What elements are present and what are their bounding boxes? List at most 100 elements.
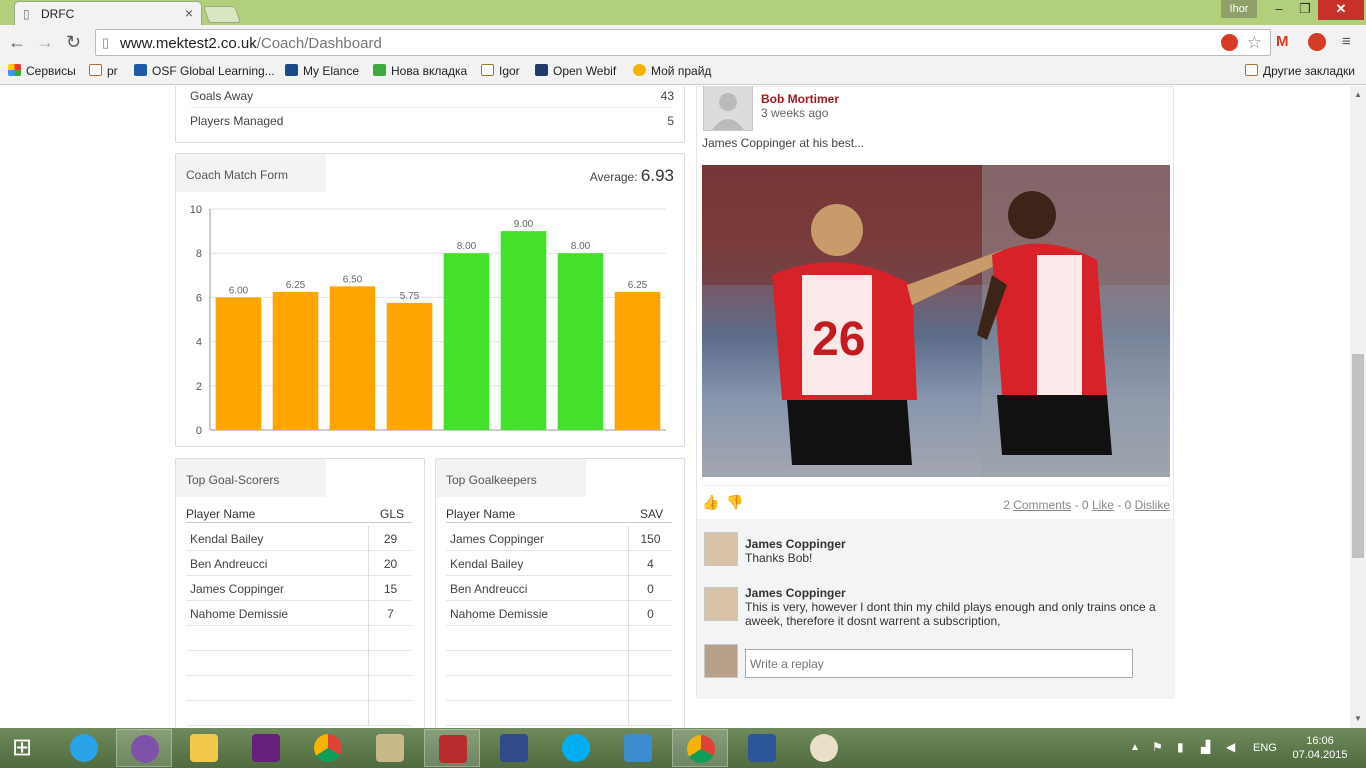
taskbar-books[interactable] xyxy=(424,729,480,767)
like-thumb-icon[interactable]: 👍 xyxy=(702,494,719,511)
post-text: James Coppinger at his best... xyxy=(702,136,865,150)
bookmark-igor[interactable]: Igor xyxy=(481,64,520,78)
taskbar-skype[interactable] xyxy=(548,729,604,767)
browser-tab[interactable]: ▯ DRFC × xyxy=(14,1,202,25)
player-value: 15 xyxy=(368,576,412,601)
table-row: James Coppinger 150 xyxy=(446,526,672,551)
address-bar[interactable]: ▯ www.mektest2.co.uk/Coach/Dashboard ☆ xyxy=(95,29,1271,56)
ie-icon xyxy=(70,734,98,762)
taskbar-jetbrains[interactable] xyxy=(610,729,666,767)
page-icon: ▯ xyxy=(23,7,30,21)
bookmark-osf[interactable]: OSF Global Learning... xyxy=(134,64,275,78)
bookmark-label: pr xyxy=(107,64,118,78)
stat-label: Goals Away xyxy=(190,89,254,103)
dislike-link[interactable]: Dislike xyxy=(1135,498,1170,512)
forward-icon[interactable]: → xyxy=(36,32,54,53)
taskbar-explorer[interactable] xyxy=(176,729,232,767)
taskbar-floppy[interactable] xyxy=(486,729,542,767)
taskbar-word[interactable] xyxy=(734,729,790,767)
column-header-value: SAV xyxy=(640,507,664,521)
post-actions: 👍 👎 2 Comments - 0 Like - 0 Dislike xyxy=(702,485,1170,512)
gmail-icon[interactable]: M xyxy=(1276,33,1289,50)
bookmark-apps[interactable]: Сервисы xyxy=(8,64,76,78)
chart-bar xyxy=(614,291,661,430)
clock[interactable]: 16:06 07.04.2015 xyxy=(1290,734,1350,762)
like-link[interactable]: Like xyxy=(1092,498,1114,512)
chart-bar xyxy=(500,231,547,430)
svg-text:26: 26 xyxy=(812,313,865,366)
bookmark-pr[interactable]: pr xyxy=(89,64,118,78)
reply-input[interactable] xyxy=(745,649,1133,678)
bookmark-webif[interactable]: Open Webif xyxy=(535,64,616,78)
chart-bar xyxy=(443,253,490,430)
volume-icon[interactable]: ◀ xyxy=(1226,740,1235,754)
stat-value: 43 xyxy=(660,89,674,103)
player-name: Nahome Demissie xyxy=(190,607,289,621)
floppy-icon xyxy=(500,734,528,762)
close-window-button[interactable]: ✕ xyxy=(1318,0,1364,20)
url-path: /Coach/Dashboard xyxy=(256,35,382,52)
empty-cell xyxy=(368,701,412,726)
close-tab-icon[interactable]: × xyxy=(185,5,193,21)
battery-icon[interactable]: ▮ xyxy=(1177,740,1184,754)
bookmark-star-icon[interactable]: ☆ xyxy=(1247,33,1262,53)
pride-icon xyxy=(633,64,646,76)
taskbar-ie[interactable] xyxy=(56,729,112,767)
taskbar-visual-studio[interactable] xyxy=(238,729,294,767)
back-icon[interactable]: ← xyxy=(8,32,26,53)
panel-title: Top Goalkeepers xyxy=(436,459,586,497)
feed-post: Bob Mortimer 3 weeks ago James Coppinger… xyxy=(696,86,1175,699)
scroll-down-icon[interactable]: ▼ xyxy=(1354,714,1362,723)
player-name: Ben Andreucci xyxy=(190,557,268,571)
bookmark-other[interactable]: Другие закладки xyxy=(1245,64,1355,78)
profile-button[interactable]: Ihor xyxy=(1221,0,1257,18)
taskbar-tools[interactable] xyxy=(362,729,418,767)
bookmark-pride[interactable]: Мой прайд xyxy=(633,64,711,78)
new-tab-button[interactable] xyxy=(202,6,242,23)
taskbar-paint[interactable] xyxy=(796,729,852,767)
match-form-chart: 0 2 4 6 8 10 6.00 6.25 6.50 5.75 8.00 9.00 8.00 6.25 xyxy=(190,204,666,437)
extension-icon[interactable] xyxy=(1221,34,1238,51)
minimize-button[interactable]: – xyxy=(1266,0,1292,20)
comments-link[interactable]: Comments xyxy=(1013,498,1071,512)
maximize-button[interactable]: ❐ xyxy=(1292,0,1318,20)
network-icon[interactable]: ▟ xyxy=(1201,740,1210,754)
flag-icon[interactable]: ⚑ xyxy=(1152,740,1163,754)
taskbar-viber[interactable] xyxy=(116,729,172,767)
stat-value: 5 xyxy=(667,114,674,128)
start-button[interactable]: ⊞ xyxy=(0,729,56,767)
reload-icon[interactable]: ↻ xyxy=(66,32,81,53)
webif-icon xyxy=(535,64,548,76)
empty-row xyxy=(446,651,672,676)
chrome-icon xyxy=(687,735,715,763)
empty-cell xyxy=(368,651,412,676)
comment-text: Thanks Bob! xyxy=(745,551,813,565)
taskbar-chrome-active[interactable] xyxy=(672,729,728,767)
menu-icon[interactable]: ≡ xyxy=(1342,33,1351,50)
language-indicator[interactable]: ENG xyxy=(1253,742,1277,754)
visual-studio-icon xyxy=(252,734,280,762)
dislike-thumb-icon[interactable]: 👎 xyxy=(726,494,743,511)
player-value: 0 xyxy=(628,576,672,601)
column-header-name: Player Name xyxy=(186,507,256,521)
y-tick-label: 4 xyxy=(196,337,202,349)
player-name: James Coppinger xyxy=(450,532,545,546)
coach-stats-panel: Goals Away 43 Players Managed 5 xyxy=(175,86,685,143)
viber-icon xyxy=(131,735,159,763)
jetbrains-icon xyxy=(624,734,652,762)
empty-row xyxy=(186,626,412,651)
folder-icon xyxy=(190,734,218,762)
chart-bar xyxy=(215,297,262,430)
table-row: Ben Andreucci 0 xyxy=(446,576,672,601)
bookmark-elance[interactable]: My Elance xyxy=(285,64,359,78)
scrollbar-thumb[interactable] xyxy=(1352,354,1364,558)
bookmark-new-tab[interactable]: Нова вкладка xyxy=(373,64,467,78)
books-icon xyxy=(439,735,467,763)
comment-author: James Coppinger xyxy=(745,537,846,551)
adblock-icon[interactable] xyxy=(1308,33,1326,51)
post-author-link[interactable]: Bob Mortimer xyxy=(761,92,839,106)
page-scrollbar[interactable]: ▲ ▼ xyxy=(1350,86,1366,728)
taskbar-chrome[interactable] xyxy=(300,729,356,767)
tray-expand-icon[interactable]: ▲ xyxy=(1130,742,1140,753)
scroll-up-icon[interactable]: ▲ xyxy=(1354,90,1362,99)
